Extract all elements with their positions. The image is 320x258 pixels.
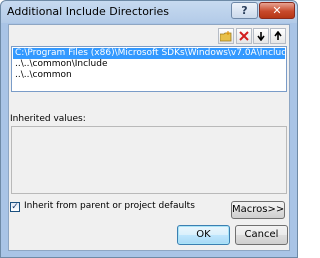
macros-button[interactable]: Macros>> bbox=[231, 201, 285, 219]
delete-icon bbox=[239, 31, 249, 41]
directories-list[interactable]: C:\Program Files (x86)\Microsoft SDKs\Wi… bbox=[11, 46, 287, 92]
move-down-button[interactable] bbox=[253, 28, 269, 44]
help-button[interactable]: ? bbox=[231, 2, 258, 19]
inherit-checkbox-label[interactable]: Inherit from parent or project defaults bbox=[24, 201, 195, 211]
inherited-values-box bbox=[11, 126, 287, 194]
arrow-down-icon bbox=[257, 32, 265, 41]
cancel-button[interactable]: Cancel bbox=[235, 225, 288, 245]
arrow-up-icon bbox=[274, 31, 282, 40]
dialog-client-area: C:\Program Files (x86)\Microsoft SDKs\Wi… bbox=[8, 24, 290, 251]
ok-button[interactable]: OK bbox=[177, 225, 230, 245]
folder-new-icon bbox=[220, 30, 232, 41]
inherited-values-label: Inherited values: bbox=[10, 114, 86, 124]
list-item[interactable]: C:\Program Files (x86)\Microsoft SDKs\Wi… bbox=[13, 48, 286, 59]
inherit-checkbox[interactable]: ✓ bbox=[10, 202, 20, 212]
list-item[interactable]: ..\..\common\Include bbox=[13, 59, 285, 70]
window-title: Additional Include Directories bbox=[7, 5, 169, 18]
new-line-button[interactable] bbox=[218, 28, 234, 44]
title-bar[interactable]: Additional Include Directories ? ✕ bbox=[1, 1, 297, 23]
move-up-button[interactable] bbox=[270, 28, 286, 44]
dialog-window: Additional Include Directories ? ✕ C:\Pr… bbox=[0, 0, 298, 258]
delete-line-button[interactable] bbox=[236, 28, 252, 44]
list-item[interactable]: ..\..\common bbox=[13, 70, 285, 81]
close-button[interactable]: ✕ bbox=[259, 2, 295, 19]
